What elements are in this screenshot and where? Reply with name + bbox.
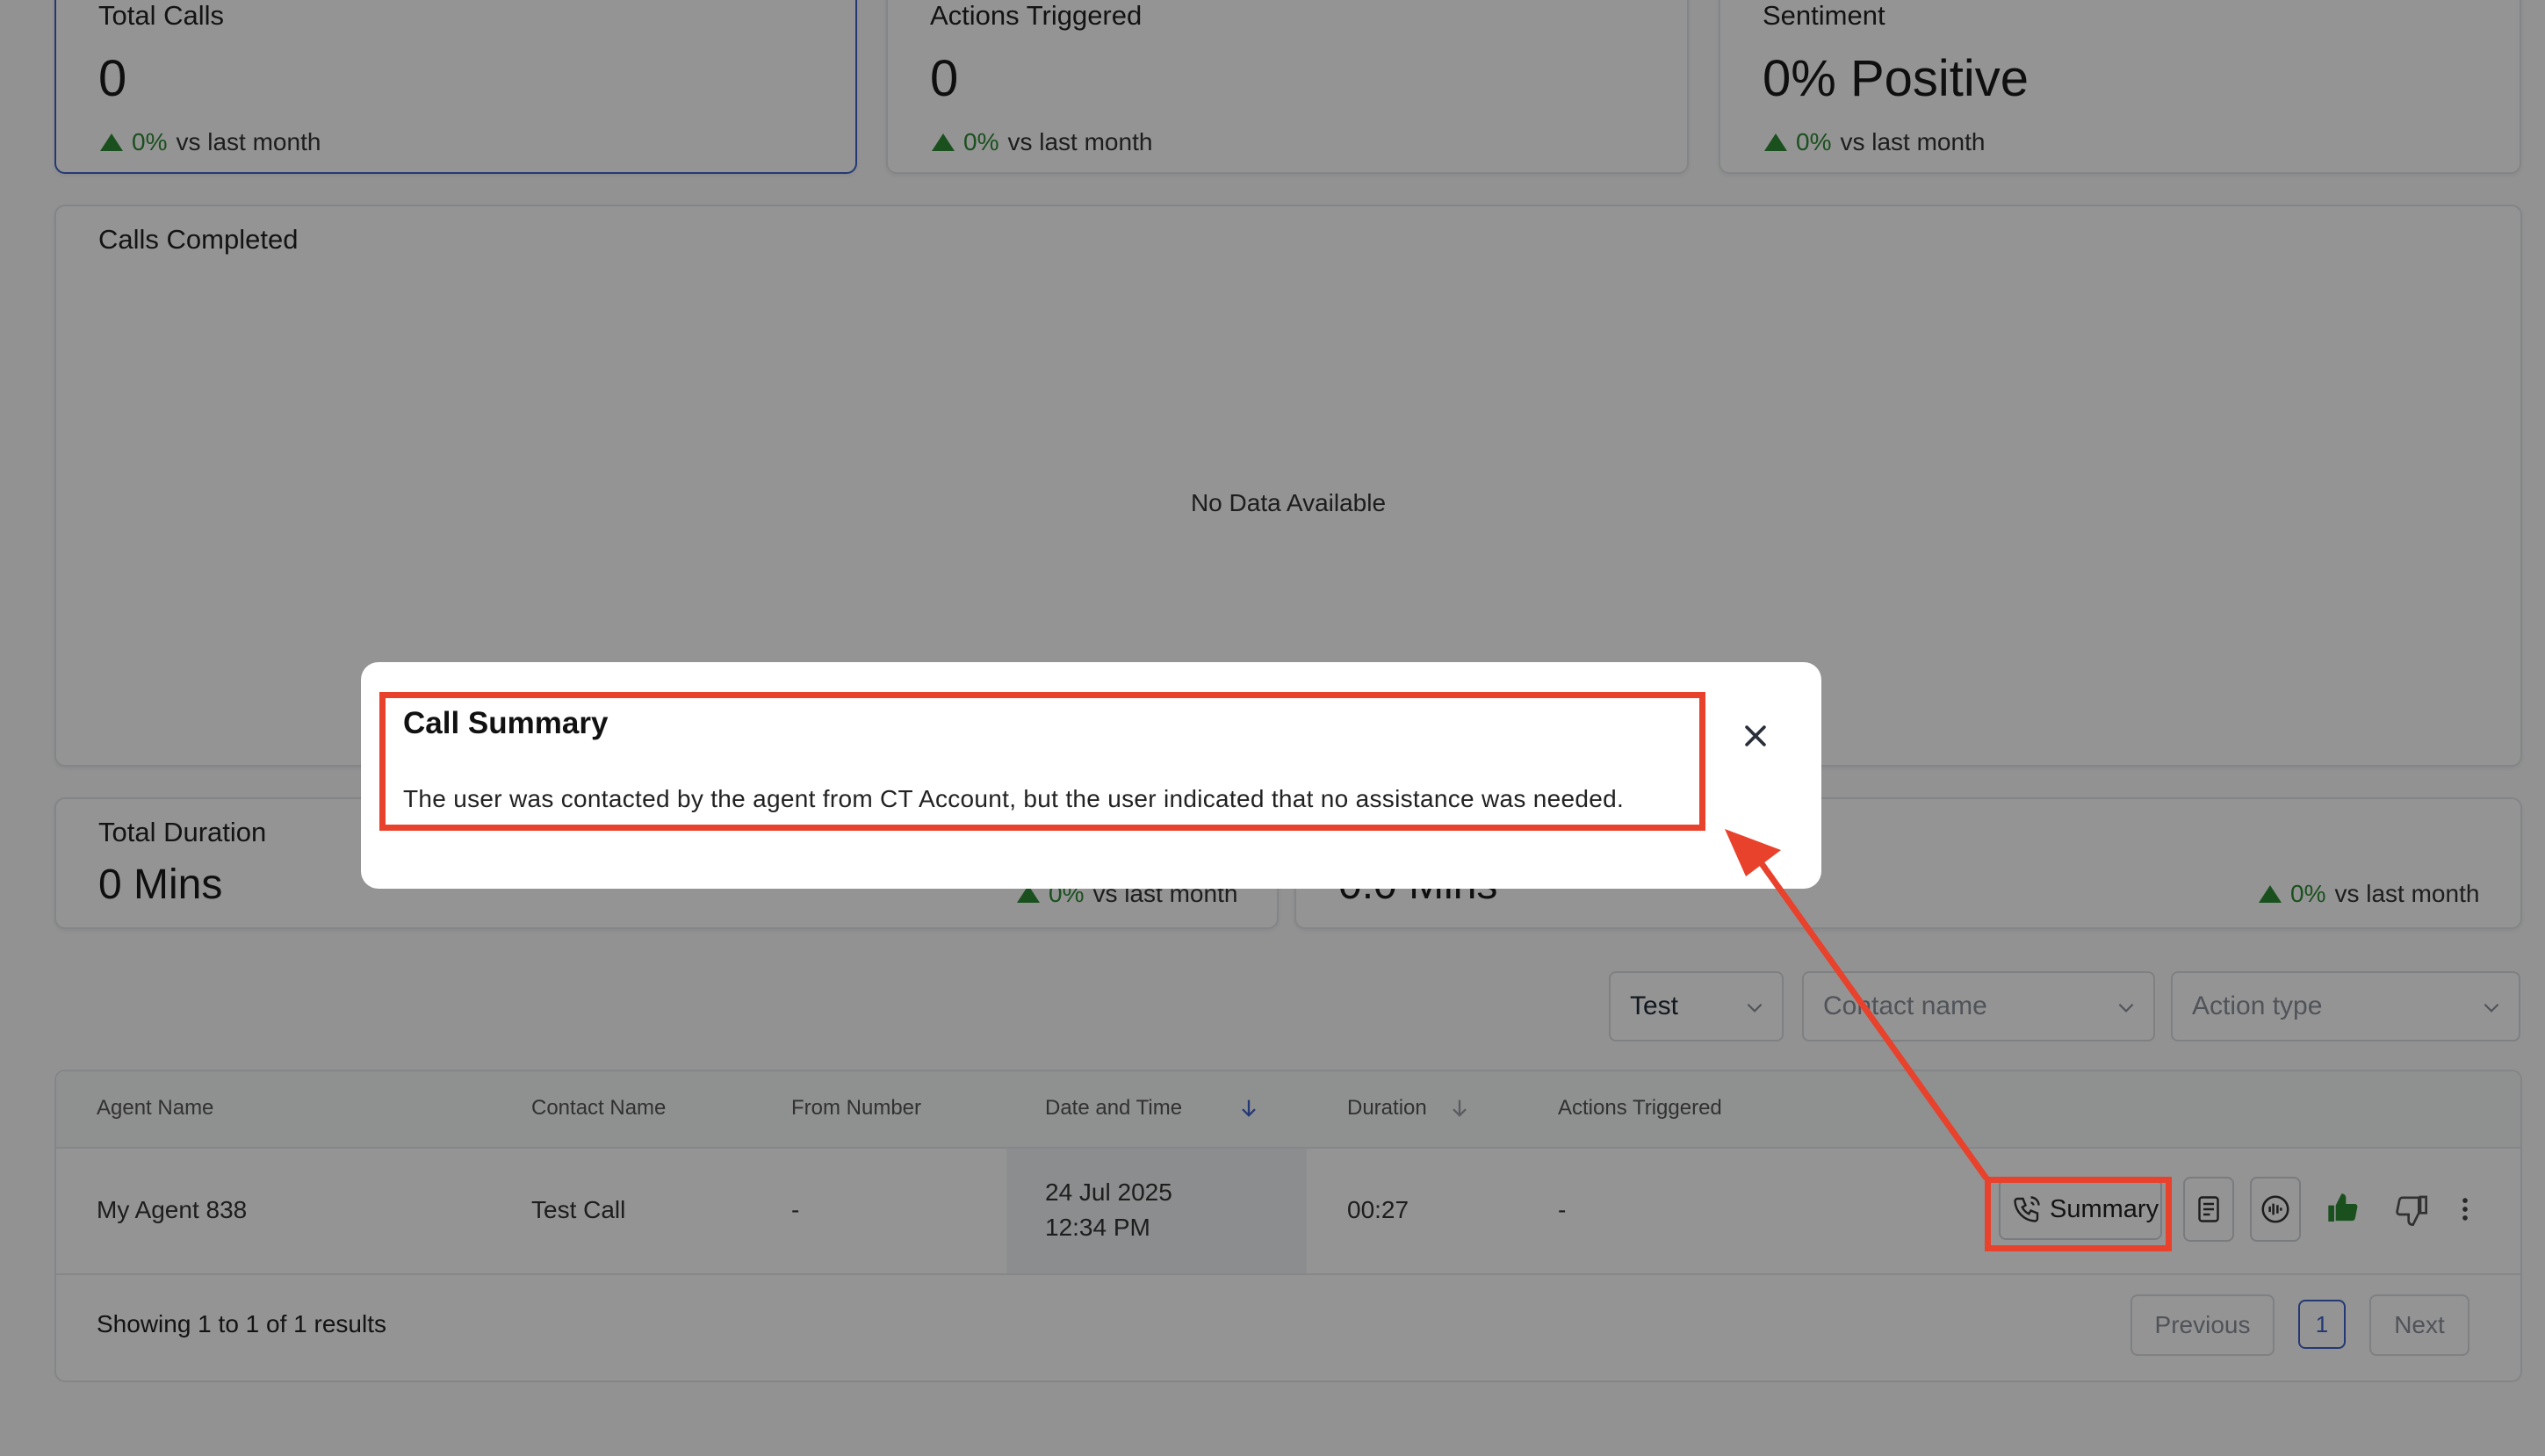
close-icon — [1745, 725, 1766, 746]
summary-button-highlight — [1985, 1177, 2172, 1251]
close-button[interactable] — [1731, 711, 1780, 760]
modal-content-highlight — [379, 692, 1705, 831]
